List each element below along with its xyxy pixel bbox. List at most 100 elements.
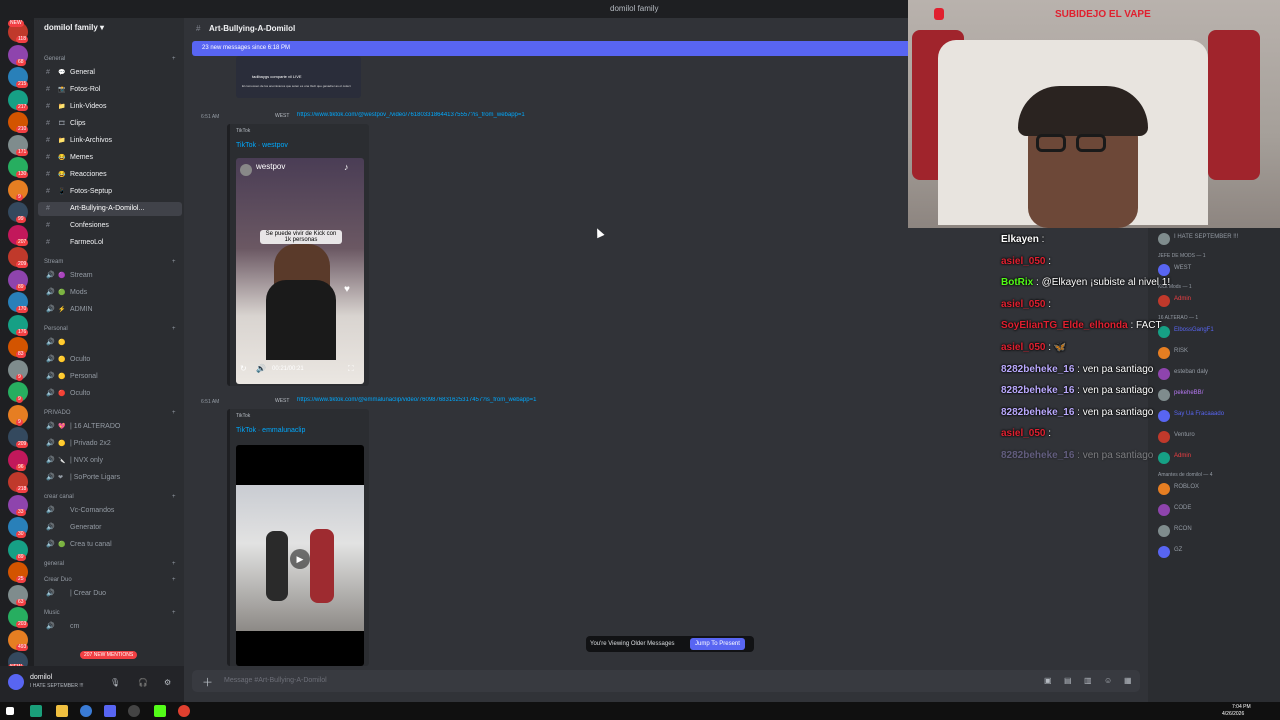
new-mentions-pill[interactable]: 207 NEW MENTIONS — [80, 651, 138, 659]
category-header[interactable]: Music + — [44, 610, 176, 616]
channel-item[interactable]: 🔊 ⚡ ADMIN — [38, 303, 182, 317]
add-channel-icon[interactable]: + — [172, 410, 176, 416]
channel-item[interactable]: # 📱 Fotos-Septup — [38, 185, 182, 199]
channel-item[interactable]: 🔊 🟡 Personal — [38, 370, 182, 384]
chat-separator: : — [1038, 234, 1045, 245]
add-channel-icon[interactable]: + — [172, 326, 176, 332]
attach-icon[interactable]: ＋ — [202, 674, 213, 690]
channel-item[interactable]: # 😂 Memes — [38, 151, 182, 165]
video-thumbnail[interactable]: tadibaygs comparte vil LIVE El comocoen … — [236, 56, 361, 98]
channel-item[interactable]: 🔊 🟢 Crea tu canal — [38, 538, 182, 552]
member-row[interactable]: Say Ua Fracaaado — [1154, 409, 1278, 423]
message-link[interactable]: https://www.tiktok.com/@emmalunaclip/vid… — [297, 397, 607, 403]
member-row[interactable]: RCON — [1154, 524, 1278, 538]
channel-item[interactable]: 🔊 🟡 Oculto — [38, 353, 182, 367]
composer-placeholder: Message #Art-Bullying-A-Domilol — [224, 677, 327, 684]
channel-item[interactable]: 🔊 Vc-Comandos — [38, 504, 182, 518]
channel-item[interactable]: # 💬 General — [38, 66, 182, 80]
embed-title[interactable]: TikTok · westpov — [236, 142, 288, 149]
obs-icon[interactable] — [128, 705, 140, 717]
member-row[interactable]: CODE — [1154, 503, 1278, 517]
member-row[interactable]: WEST — [1154, 263, 1278, 277]
emoji-icon[interactable]: ☺ — [1104, 676, 1112, 685]
embed-title[interactable]: TikTok · emmalunaclip — [236, 427, 305, 434]
member-row[interactable]: Admin — [1154, 294, 1278, 308]
gear-icon[interactable]: ⚙ — [164, 678, 171, 687]
new-messages-bar[interactable]: 23 new messages since 6:18 PM — [192, 41, 908, 56]
add-channel-icon[interactable]: + — [172, 259, 176, 265]
tiktok-video[interactable]: ▶ — [236, 445, 364, 666]
member-row[interactable]: esteban daly — [1154, 367, 1278, 381]
category-header[interactable]: general + — [44, 561, 176, 567]
channel-item[interactable]: # 😂 Reacciones — [38, 168, 182, 182]
channel-item[interactable]: 🔊 🟣 Stream — [38, 269, 182, 283]
member-row[interactable]: ElbossGangF1 — [1154, 325, 1278, 339]
channel-item[interactable]: 🔊 🔪 | NVX only — [38, 454, 182, 468]
channel-item[interactable]: 🔊 ❤ | SoPorte Ligars — [38, 471, 182, 485]
channel-item[interactable]: # Art-Bullying-A-Domilol... — [38, 202, 182, 216]
jump-to-present-button[interactable]: Jump To Present — [690, 638, 745, 650]
channel-item[interactable]: 🔊 💖 | 16 ALTERADO — [38, 420, 182, 434]
member-row[interactable]: Admin — [1154, 451, 1278, 465]
message-link[interactable]: https://www.tiktok.com/@westpov_/video/7… — [297, 112, 597, 118]
member-row[interactable]: GZ — [1154, 545, 1278, 559]
fullscreen-icon[interactable]: ⛶ — [348, 364, 354, 374]
add-channel-icon[interactable]: + — [172, 56, 176, 62]
category-header[interactable]: PRIVADO + — [44, 410, 176, 416]
gift-icon[interactable]: ▣ — [1044, 676, 1052, 685]
apps-icon[interactable]: ▦ — [1124, 676, 1132, 685]
member-row[interactable]: I HATE SEPTEMBER !!! — [1154, 232, 1278, 246]
add-channel-icon[interactable]: + — [172, 610, 176, 616]
taskbar-app-icon[interactable] — [30, 705, 42, 717]
tiktok-video[interactable]: westpov ♪ Se puede vivir de Kick con 1k … — [236, 158, 364, 384]
category-label: crear canal — [44, 494, 74, 500]
channel-item[interactable]: 🔊 cm — [38, 620, 182, 634]
message-composer[interactable]: ＋ Message #Art-Bullying-A-Domilol ▣ ▤ ▥ … — [192, 670, 1140, 692]
channel-item[interactable]: # 📁 Link-Archivos — [38, 134, 182, 148]
member-row[interactable]: RISK — [1154, 346, 1278, 360]
clock-time[interactable]: 7:04 PM — [1232, 704, 1251, 710]
user-avatar[interactable] — [8, 674, 24, 690]
add-channel-icon[interactable]: + — [172, 494, 176, 500]
member-row[interactable]: Venturo — [1154, 430, 1278, 444]
add-channel-icon[interactable]: + — [172, 561, 176, 567]
channel-item[interactable]: 🔊 🔴 Oculto — [38, 387, 182, 401]
gif-icon[interactable]: ▤ — [1064, 676, 1072, 685]
channel-item[interactable]: 🔊 | Crear Duo — [38, 587, 182, 601]
kick-icon[interactable] — [154, 705, 166, 717]
volume-icon[interactable]: 🔊 — [256, 364, 266, 373]
category-header[interactable]: General + — [44, 56, 176, 62]
folder-icon[interactable] — [56, 705, 68, 717]
chrome-icon[interactable] — [80, 705, 92, 717]
replay-icon[interactable]: ↻ — [240, 364, 247, 373]
guild-name[interactable]: domilol family ▾ — [44, 23, 104, 32]
category-header[interactable]: Personal + — [44, 326, 176, 332]
channel-item[interactable]: 🔊 🟡 — [38, 336, 182, 350]
category-header[interactable]: Stream + — [44, 259, 176, 265]
channel-item[interactable]: 🔊 🟡 | Privado 2x2 — [38, 437, 182, 451]
play-icon[interactable]: ▶ — [290, 549, 310, 569]
channel-item[interactable]: # 📁 Link-Videos — [38, 100, 182, 114]
channel-item[interactable]: # 🎞 Clips — [38, 117, 182, 131]
channel-item[interactable]: 🔊 Generator — [38, 521, 182, 535]
channel-label: Confesiones — [70, 222, 109, 229]
category-header[interactable]: Crear Duo + — [44, 577, 176, 583]
channel-item[interactable]: 🔊 🟢 Mods — [38, 286, 182, 300]
channel-item[interactable]: # 📸 Fotos-Rol — [38, 83, 182, 97]
category-header[interactable]: crear canal + — [44, 494, 176, 500]
member-row[interactable]: ROBLOX — [1154, 482, 1278, 496]
start-icon[interactable] — [6, 707, 14, 715]
channel-item[interactable]: # Confesiones — [38, 219, 182, 233]
server-unread-badge: 171 — [16, 148, 29, 156]
channel-item[interactable]: # FarmeoLol — [38, 236, 182, 250]
sticker-icon[interactable]: ▥ — [1084, 676, 1092, 685]
discord-icon[interactable] — [104, 705, 116, 717]
browser-icon[interactable] — [178, 705, 190, 717]
webcam-overlay — [908, 0, 1280, 228]
chat-separator: : — [1074, 450, 1083, 461]
mic-icon[interactable]: 🎙 — [110, 678, 120, 687]
headset-icon[interactable]: 🎧 — [138, 678, 148, 687]
add-channel-icon[interactable]: + — [172, 577, 176, 583]
channel-emoji-icon: 🟡 — [58, 374, 66, 380]
member-row[interactable]: pekeheBB/ — [1154, 388, 1278, 402]
